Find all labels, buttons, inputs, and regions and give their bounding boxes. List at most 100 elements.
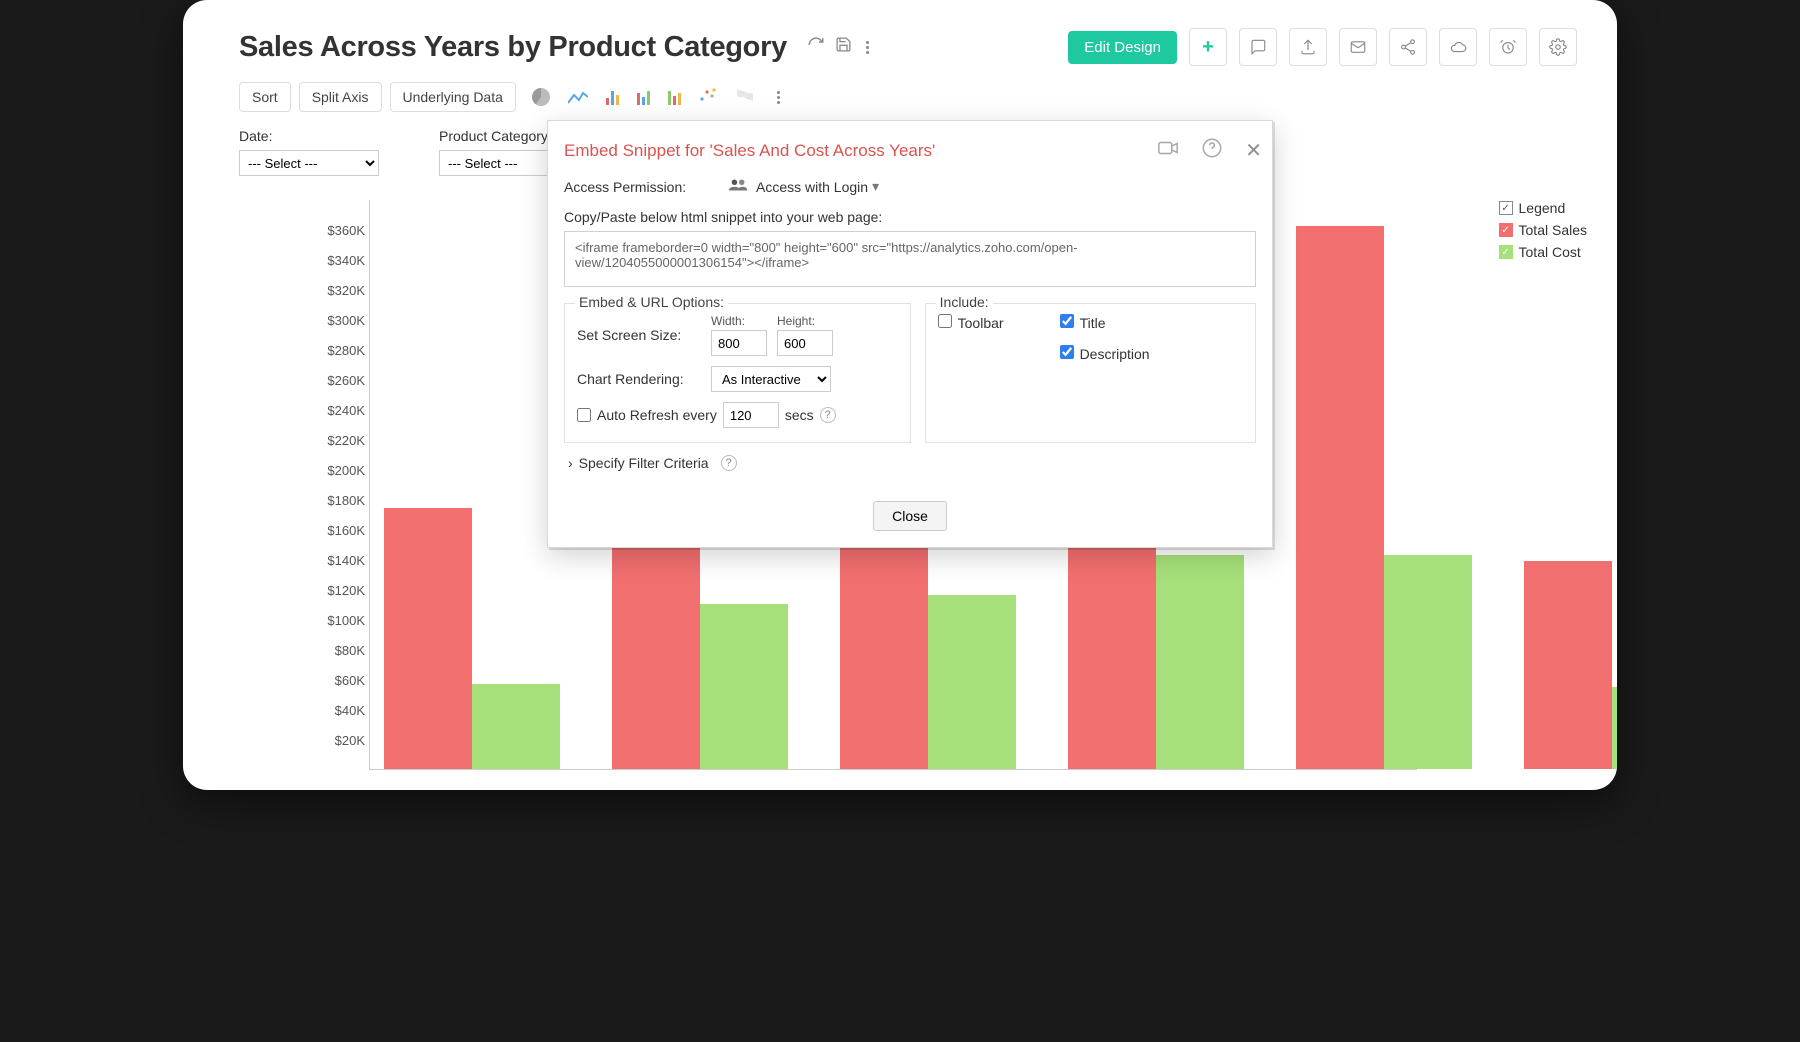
y-tick: $140K <box>315 553 365 568</box>
screen-size-label: Set Screen Size: <box>577 327 711 343</box>
help-icon[interactable] <box>1201 137 1223 164</box>
sort-button[interactable]: Sort <box>239 82 291 112</box>
date-filter-select[interactable]: --- Select --- <box>239 150 379 176</box>
bar-total-cost[interactable] <box>1612 687 1617 770</box>
refresh-icon[interactable] <box>807 36 825 59</box>
embed-snippet-textarea[interactable]: <iframe frameborder=0 width="800" height… <box>564 231 1256 287</box>
y-tick: $300K <box>315 313 365 328</box>
chart-rendering-label: Chart Rendering: <box>577 371 711 387</box>
modal-header: Embed Snippet for 'Sales And Cost Across… <box>548 121 1272 174</box>
bar-total-sales[interactable] <box>1296 226 1384 769</box>
gear-icon[interactable] <box>1539 28 1577 66</box>
filter-criteria-help-icon[interactable]: ? <box>721 455 737 471</box>
width-label: Width: <box>711 314 767 328</box>
y-tick: $340K <box>315 253 365 268</box>
cloud-icon[interactable] <box>1439 28 1477 66</box>
chart-toolbar: Sort Split Axis Underlying Data <box>183 82 1617 112</box>
y-tick: $200K <box>315 463 365 478</box>
embed-modal: Embed Snippet for 'Sales And Cost Across… <box>547 120 1273 548</box>
chart-type-switcher <box>532 87 784 108</box>
include-title-checkbox[interactable] <box>1060 314 1074 328</box>
split-axis-button[interactable]: Split Axis <box>299 82 382 112</box>
page-title: Sales Across Years by Product Category <box>239 31 787 64</box>
map-chart-icon[interactable] <box>735 87 755 108</box>
close-icon[interactable]: ✕ <box>1245 138 1262 163</box>
modal-title: Embed Snippet for 'Sales And Cost Across… <box>564 141 935 161</box>
height-input[interactable] <box>777 330 833 356</box>
edit-design-button[interactable]: Edit Design <box>1068 31 1177 64</box>
underlying-data-button[interactable]: Underlying Data <box>390 82 516 112</box>
auto-refresh-help-icon[interactable]: ? <box>820 407 836 423</box>
y-tick: $160K <box>315 523 365 538</box>
y-axis: $360K$340K$320K$300K$280K$260K$240K$220K… <box>325 204 365 770</box>
chart-type-more-icon[interactable] <box>773 91 784 104</box>
pie-chart-icon[interactable] <box>532 88 550 106</box>
chevron-right-icon: › <box>568 455 573 471</box>
embed-options-panel: Embed & URL Options: Set Screen Size: Wi… <box>564 303 911 443</box>
y-tick: $60K <box>315 673 365 688</box>
bar-total-cost[interactable] <box>472 684 560 770</box>
auto-refresh-input[interactable] <box>723 402 779 428</box>
y-tick: $220K <box>315 433 365 448</box>
mail-icon[interactable] <box>1339 28 1377 66</box>
chart-rendering-select[interactable]: As Interactive <box>711 366 831 392</box>
stacked-bar-icon[interactable] <box>637 89 650 105</box>
include-title-label: Title <box>1080 315 1106 331</box>
width-input[interactable] <box>711 330 767 356</box>
include-toolbar-checkbox[interactable] <box>938 314 952 328</box>
access-permission-label: Access Permission: <box>564 179 728 195</box>
grouped-bar-icon[interactable] <box>668 89 681 105</box>
bar-chart-icon[interactable] <box>606 89 619 105</box>
bar-total-cost[interactable] <box>928 595 1016 769</box>
video-icon[interactable] <box>1157 137 1179 164</box>
bar-total-sales[interactable] <box>384 508 472 769</box>
more-icon[interactable] <box>862 41 873 54</box>
share-icon[interactable] <box>1389 28 1427 66</box>
include-description-label: Description <box>1080 346 1150 362</box>
include-description-checkbox[interactable] <box>1060 345 1074 359</box>
auto-refresh-unit: secs <box>785 407 814 423</box>
y-tick: $360K <box>315 223 365 238</box>
y-tick: $20K <box>315 733 365 748</box>
access-permission-value[interactable]: Access with Login <box>756 179 868 195</box>
bar-group <box>1524 561 1617 770</box>
bar-group <box>1296 226 1472 769</box>
y-tick: $320K <box>315 283 365 298</box>
save-icon[interactable] <box>835 36 852 58</box>
alarm-icon[interactable] <box>1489 28 1527 66</box>
y-tick: $240K <box>315 403 365 418</box>
comment-icon[interactable] <box>1239 28 1277 66</box>
bar-total-cost[interactable] <box>700 604 788 769</box>
export-icon[interactable] <box>1289 28 1327 66</box>
y-tick: $180K <box>315 493 365 508</box>
filter-criteria-toggle[interactable]: › Specify Filter Criteria ? <box>568 455 1256 471</box>
y-tick: $100K <box>315 613 365 628</box>
include-toolbar-label: Toolbar <box>958 315 1004 331</box>
date-filter-label: Date: <box>239 128 379 144</box>
bar-total-cost[interactable] <box>1384 555 1472 770</box>
app-window: Sales Across Years by Product Category E… <box>183 0 1617 790</box>
close-button[interactable]: Close <box>873 501 947 531</box>
copy-paste-label: Copy/Paste below html snippet into your … <box>564 209 1256 225</box>
height-label: Height: <box>777 314 833 328</box>
y-tick: $260K <box>315 373 365 388</box>
line-chart-icon[interactable] <box>568 89 588 105</box>
scatter-chart-icon[interactable] <box>699 87 717 108</box>
people-icon <box>728 178 750 195</box>
auto-refresh-label: Auto Refresh every <box>597 407 717 423</box>
y-tick: $40K <box>315 703 365 718</box>
include-panel: Include: Toolbar Title Description <box>925 303 1256 443</box>
bar-total-sales[interactable] <box>1524 561 1612 770</box>
y-tick: $120K <box>315 583 365 598</box>
include-legend: Include: <box>936 294 993 310</box>
chevron-down-icon[interactable]: ▾ <box>872 178 879 195</box>
embed-options-legend: Embed & URL Options: <box>575 294 728 310</box>
header-bar: Sales Across Years by Product Category E… <box>183 0 1617 76</box>
bar-total-cost[interactable] <box>1156 555 1244 770</box>
bar-group <box>384 508 560 769</box>
y-tick: $280K <box>315 343 365 358</box>
add-button[interactable]: + <box>1189 28 1227 66</box>
auto-refresh-checkbox[interactable] <box>577 408 591 422</box>
title-actions <box>807 36 873 59</box>
y-tick: $80K <box>315 643 365 658</box>
